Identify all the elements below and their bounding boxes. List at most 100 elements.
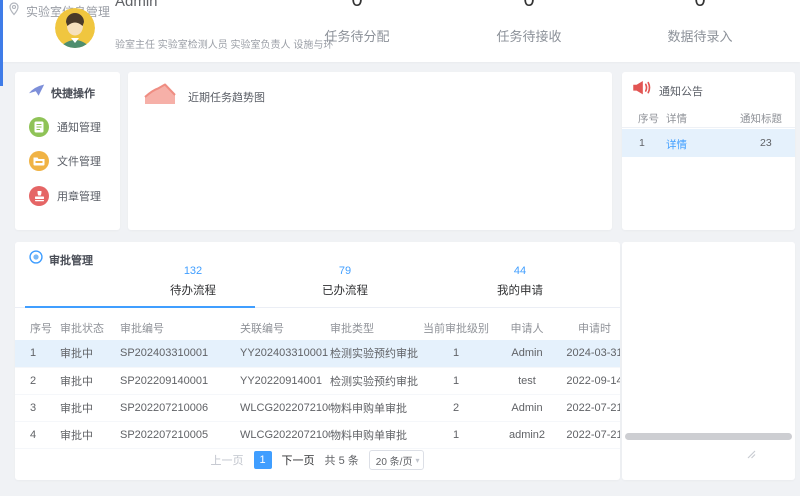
- cell-applicant: admin2: [492, 421, 562, 448]
- tab-completed-processes[interactable]: 79 已办流程: [322, 264, 368, 298]
- active-tab-underline: [25, 306, 255, 308]
- cell-related-no-link[interactable]: WLCG20220721002: [240, 394, 330, 421]
- quick-item-label: 用章管理: [57, 188, 101, 204]
- cell-related-no-link[interactable]: YY202403310001: [240, 340, 330, 367]
- quick-operations-header: 快捷操作: [29, 84, 95, 102]
- right-bottom-panel: [622, 242, 795, 480]
- megaphone-icon: [632, 80, 652, 102]
- approval-panel: 审批管理 132 待办流程 79 已办流程 44 我的申请 序号 审批状态 审批…: [15, 242, 620, 480]
- notice-col-title: 通知标题: [740, 111, 782, 126]
- file-folder-icon: [29, 151, 49, 171]
- approval-table: 序号 审批状态 审批编号 关联编号 审批类型 当前审批级别 申请人 申请时 1 …: [15, 316, 620, 449]
- cell-level: 2: [420, 394, 492, 421]
- cell-level: 1: [420, 367, 492, 394]
- cell-applicant: Admin: [492, 340, 562, 367]
- cell-type: 检测实验预约审批: [330, 367, 420, 394]
- cell-type: 物料申购单审批: [330, 421, 420, 448]
- notice-doc-icon: [29, 117, 49, 137]
- cell-status: 审批中: [60, 340, 120, 367]
- quick-item-seal-management[interactable]: 用章管理: [29, 186, 101, 206]
- col-header: 申请人: [492, 316, 562, 340]
- cell-approval-no: SP202207210005: [120, 421, 240, 448]
- approval-header: 审批管理: [29, 250, 93, 269]
- notice-row-title: 23: [760, 137, 772, 149]
- notice-row-no: 1: [639, 137, 645, 149]
- resize-handle-icon[interactable]: [747, 446, 756, 464]
- area-chart-icon: [144, 82, 176, 111]
- tab-count: 132: [170, 264, 216, 278]
- cell-type: 物料申购单审批: [330, 394, 420, 421]
- col-header: 关联编号: [240, 316, 330, 340]
- cell-date: 2022-07-21: [562, 421, 620, 448]
- location-pin-icon: [8, 2, 20, 21]
- notice-row[interactable]: 1 详情 23: [622, 129, 795, 157]
- tab-label: 已办流程: [322, 284, 368, 298]
- notice-col-detail: 详情: [666, 111, 687, 126]
- stat-label: 数据待录入: [630, 26, 770, 45]
- stat-label: 任务待分配: [287, 26, 427, 45]
- seal-stamp-icon: [29, 186, 49, 206]
- next-page-button[interactable]: 下一页: [282, 452, 315, 468]
- tab-label: 我的申请: [497, 284, 543, 298]
- cell-date: 2022-09-14: [562, 367, 620, 394]
- table-row[interactable]: 2 审批中 SP202209140001 YY20220914001 检测实验预…: [15, 367, 620, 394]
- quick-item-notice-management[interactable]: 通知管理: [29, 117, 101, 137]
- col-header: 当前审批级别: [420, 316, 492, 340]
- quick-operations-title: 快捷操作: [51, 85, 95, 101]
- cell-applicant: Admin: [492, 394, 562, 421]
- cell-approval-no: SP202209140001: [120, 367, 240, 394]
- page-size-value: 20 条/页: [376, 453, 413, 468]
- stat-tasks-to-receive: 0 任务待接收: [459, 0, 599, 43]
- cell-no: 3: [15, 394, 60, 421]
- cell-applicant: test: [492, 367, 562, 394]
- stat-value: 0: [287, 0, 427, 12]
- total-count-label: 共 5 条: [325, 452, 359, 468]
- cell-no: 4: [15, 421, 60, 448]
- cell-status: 审批中: [60, 367, 120, 394]
- approval-badge-icon: [29, 250, 43, 269]
- cell-type: 检测实验预约审批: [330, 340, 420, 367]
- col-header: 审批状态: [60, 316, 120, 340]
- chevron-down-icon: ▾: [415, 456, 419, 465]
- top-bar: 实验室信息管理 Admin 验室主任 实验室检测人员 实验室负责人 设施与环 0…: [0, 0, 800, 62]
- col-header: 审批类型: [330, 316, 420, 340]
- table-row[interactable]: 4 审批中 SP202207210005 WLCG20220721001 物料申…: [15, 421, 620, 448]
- cell-no: 2: [15, 367, 60, 394]
- prev-page-button[interactable]: 上一页: [211, 452, 244, 468]
- notice-table-header: 序号 详情 通知标题: [622, 108, 795, 128]
- quick-item-file-management[interactable]: 文件管理: [29, 151, 101, 171]
- quick-item-label: 通知管理: [57, 119, 101, 135]
- cell-date: 2024-03-31: [562, 340, 620, 367]
- stat-value: 0: [459, 0, 599, 12]
- tab-count: 44: [497, 264, 543, 278]
- trend-chart-title: 近期任务趋势图: [188, 89, 265, 105]
- stat-data-to-enter: 0 数据待录入: [630, 0, 770, 43]
- quick-item-label: 文件管理: [57, 153, 101, 169]
- cell-related-no-link[interactable]: WLCG20220721001: [240, 421, 330, 448]
- notice-detail-link[interactable]: 详情: [666, 137, 687, 152]
- table-row[interactable]: 3 审批中 SP202207210006 WLCG20220721002 物料申…: [15, 394, 620, 421]
- cell-related-no-link[interactable]: YY20220914001: [240, 367, 330, 394]
- cell-approval-no: SP202207210006: [120, 394, 240, 421]
- page-number-button[interactable]: 1: [254, 451, 272, 469]
- table-row[interactable]: 1 审批中 SP202403310001 YY202403310001 检测实验…: [15, 340, 620, 367]
- approval-title: 审批管理: [49, 252, 93, 268]
- user-name: Admin: [115, 0, 158, 10]
- trend-chart-header: 近期任务趋势图: [144, 82, 265, 111]
- horizontal-scrollbar-thumb[interactable]: [625, 433, 792, 440]
- page-size-select[interactable]: 20 条/页 ▾: [369, 450, 425, 470]
- tab-my-applications[interactable]: 44 我的申请: [497, 264, 543, 298]
- pagination: 上一页 1 下一页 共 5 条 20 条/页 ▾: [15, 448, 620, 472]
- cell-level: 1: [420, 421, 492, 448]
- col-header: 审批编号: [120, 316, 240, 340]
- tab-pending-processes[interactable]: 132 待办流程: [170, 264, 216, 298]
- stat-label: 任务待接收: [459, 26, 599, 45]
- quick-operations-panel: 快捷操作 通知管理 文件管理 用章管理: [15, 72, 120, 230]
- col-header: 申请时: [562, 316, 620, 340]
- cell-date: 2022-07-21: [562, 394, 620, 421]
- paper-plane-icon: [29, 84, 45, 102]
- notice-title: 通知公告: [659, 83, 703, 99]
- cell-status: 审批中: [60, 394, 120, 421]
- cell-status: 审批中: [60, 421, 120, 448]
- cell-no: 1: [15, 340, 60, 367]
